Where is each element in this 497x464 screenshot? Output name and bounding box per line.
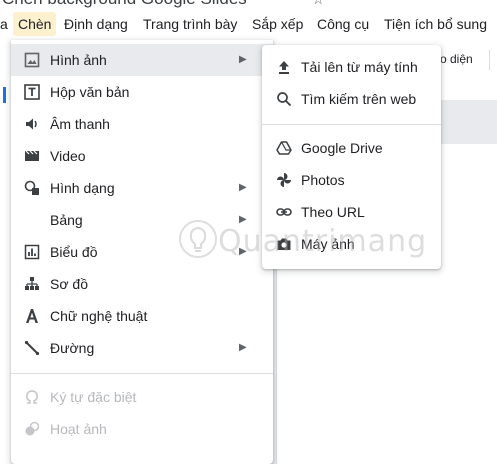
video-icon [23,147,41,165]
menu-insert[interactable]: Chèn [13,12,57,36]
image-photos[interactable]: Photos [262,164,441,196]
menu-item-label: Ký tự đặc biệt [50,389,137,405]
submenu-item-label: Google Drive [301,140,383,156]
menu-item-label: Hoạt ảnh [50,421,107,437]
toolbar-separator [489,50,490,70]
document-title[interactable]: Chèn background Google Slides [2,0,247,9]
submenu-item-label: Photos [301,172,345,188]
image-camera[interactable]: Máy ảnh [262,228,441,260]
menu-format[interactable]: Định dạng [59,12,133,36]
menu-item-label: Hình ảnh [50,52,107,68]
image-by-url[interactable]: Theo URL [262,196,441,228]
menu-item-label: Âm thanh [50,116,110,132]
camera-icon [275,235,293,253]
text-box-icon [23,83,41,101]
menu-bar-cut-item[interactable]: a [0,12,8,36]
menu-item-label: Hình dạng [50,180,115,196]
image-icon [23,51,41,69]
document-title-strip: Chèn background Google Slides ☆ [0,0,497,9]
menu-item-label: Chữ nghệ thuật [50,308,148,324]
submenu-arrow-icon: ▶ [239,342,247,353]
layout-button[interactable]: o diện [440,52,473,66]
search-icon [275,90,293,108]
line-icon [23,339,41,357]
insert-menu-word-art[interactable]: Chữ nghệ thuật [11,300,273,332]
menu-item-label: Hộp văn bản [50,84,130,100]
submenu-arrow-icon: ▶ [239,54,247,65]
menu-item-label: Biểu đồ [50,244,98,260]
animation-icon [23,420,41,438]
chart-icon [23,243,41,261]
audio-icon [23,115,41,133]
star-icon[interactable]: ☆ [312,0,325,8]
shapes-icon [23,179,41,197]
insert-menu-video[interactable]: Video [11,140,273,172]
image-submenu: Tải lên từ máy tính Tìm kiếm trên web Go… [262,45,441,269]
insert-menu-special-characters: Ký tự đặc biệt [11,381,273,413]
insert-menu-line[interactable]: Đường ▶ [11,332,273,364]
submenu-item-label: Theo URL [301,204,365,220]
insert-menu-animation: Hoạt ảnh [11,413,273,445]
insert-menu-text-box[interactable]: Hộp văn bản [11,76,273,108]
submenu-item-label: Máy ảnh [301,236,355,252]
upload-icon [275,58,293,76]
insert-menu-shapes[interactable]: Hình dạng ▶ [11,172,273,204]
insert-menu-audio[interactable]: Âm thanh [11,108,273,140]
image-google-drive[interactable]: Google Drive [262,132,441,164]
menu-addons[interactable]: Tiện ích bổ sung [379,12,492,36]
google-drive-icon [275,139,293,157]
omega-icon [23,388,41,406]
menu-item-label: Đường [50,340,95,356]
insert-menu-diagram[interactable]: Sơ đồ [11,268,273,300]
link-icon [275,203,293,221]
submenu-arrow-icon: ▶ [239,214,247,225]
more-vert-icon[interactable]: ⋮ [492,49,497,66]
menu-bar: a Chèn Định dạng Trang trình bày Sắp xếp… [0,9,497,39]
slide-filmstrip [0,39,8,464]
menu-divider [11,373,273,374]
submenu-item-label: Tải lên từ máy tính [301,59,418,75]
diagram-icon [23,275,41,293]
menu-slide[interactable]: Trang trình bày [138,12,242,36]
insert-menu-table[interactable]: Bảng ▶ [11,204,273,236]
insert-menu-chart[interactable]: Biểu đồ ▶ [11,236,273,268]
submenu-item-label: Tìm kiếm trên web [301,91,417,107]
insert-menu-image[interactable]: Hình ảnh ▶ [11,44,273,76]
image-search-web[interactable]: Tìm kiếm trên web [262,83,441,115]
menu-item-label: Video [50,148,86,164]
photos-pinwheel-icon [275,171,293,189]
submenu-arrow-icon: ▶ [239,246,247,257]
menu-item-label: Bảng [50,212,83,228]
menu-tools[interactable]: Công cụ [312,12,374,36]
menu-item-label: Sơ đồ [50,276,88,292]
insert-menu: Hình ảnh ▶ Hộp văn bản Âm thanh Video Hì… [11,40,273,464]
word-art-icon [23,307,41,325]
image-upload-from-computer[interactable]: Tải lên từ máy tính [262,51,441,83]
submenu-arrow-icon: ▶ [239,182,247,193]
menu-arrange[interactable]: Sắp xếp [247,12,308,36]
submenu-divider [262,124,441,125]
